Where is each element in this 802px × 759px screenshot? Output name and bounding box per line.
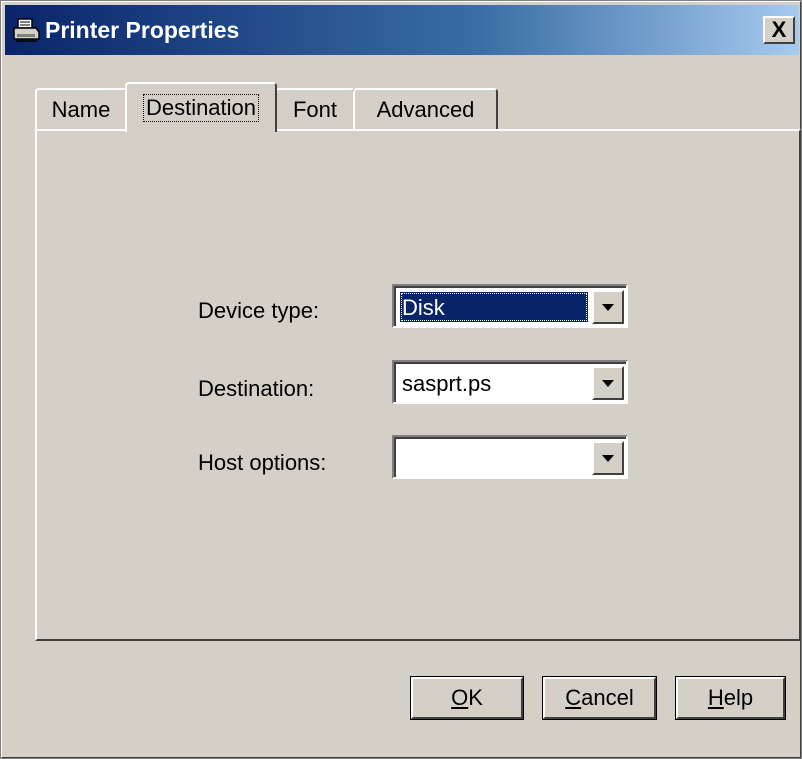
tab-advanced-label: Advanced [376, 97, 475, 122]
dropdown-arrow-icon [602, 303, 614, 311]
destination-label: Destination: [198, 376, 315, 401]
help-button[interactable]: Help [675, 676, 786, 720]
destination-value[interactable]: sasprt.ps [400, 368, 588, 398]
cancel-button-label: Cancel [565, 685, 634, 710]
device-type-label: Device type: [198, 298, 320, 323]
dropdown-arrow-icon [602, 379, 614, 387]
ok-button[interactable]: OK [410, 676, 524, 720]
tab-name-label: Name [51, 97, 111, 122]
close-button[interactable]: X [763, 16, 795, 44]
host-options-value[interactable] [400, 443, 588, 473]
destination-dropdown-button[interactable] [592, 366, 624, 400]
tab-destination-label: Destination [142, 94, 260, 122]
dropdown-arrow-icon [602, 454, 614, 462]
tab-advanced[interactable]: Advanced [353, 88, 498, 130]
destination-combobox[interactable]: sasprt.ps [392, 360, 628, 404]
tab-font[interactable]: Font [275, 88, 355, 130]
dialog-title: Printer Properties [45, 16, 240, 43]
help-button-label: Help [707, 685, 754, 710]
printer-properties-dialog: Printer Properties X Name Destination Fo… [0, 0, 802, 759]
tab-name[interactable]: Name [35, 88, 127, 130]
printer-icon [11, 15, 41, 45]
tab-destination[interactable]: Destination [125, 82, 277, 132]
title-bar[interactable]: Printer Properties X [5, 5, 799, 55]
device-type-value[interactable]: Disk [400, 292, 588, 322]
host-options-label: Host options: [198, 450, 327, 475]
host-options-combobox[interactable] [392, 435, 628, 479]
ok-button-label: OK [451, 685, 483, 710]
device-type-combobox[interactable]: Disk [392, 284, 628, 328]
tab-font-label: Font [292, 97, 338, 122]
cancel-button[interactable]: Cancel [542, 676, 657, 720]
close-icon: X [771, 17, 787, 42]
host-options-dropdown-button[interactable] [592, 441, 624, 475]
device-type-dropdown-button[interactable] [592, 290, 624, 324]
